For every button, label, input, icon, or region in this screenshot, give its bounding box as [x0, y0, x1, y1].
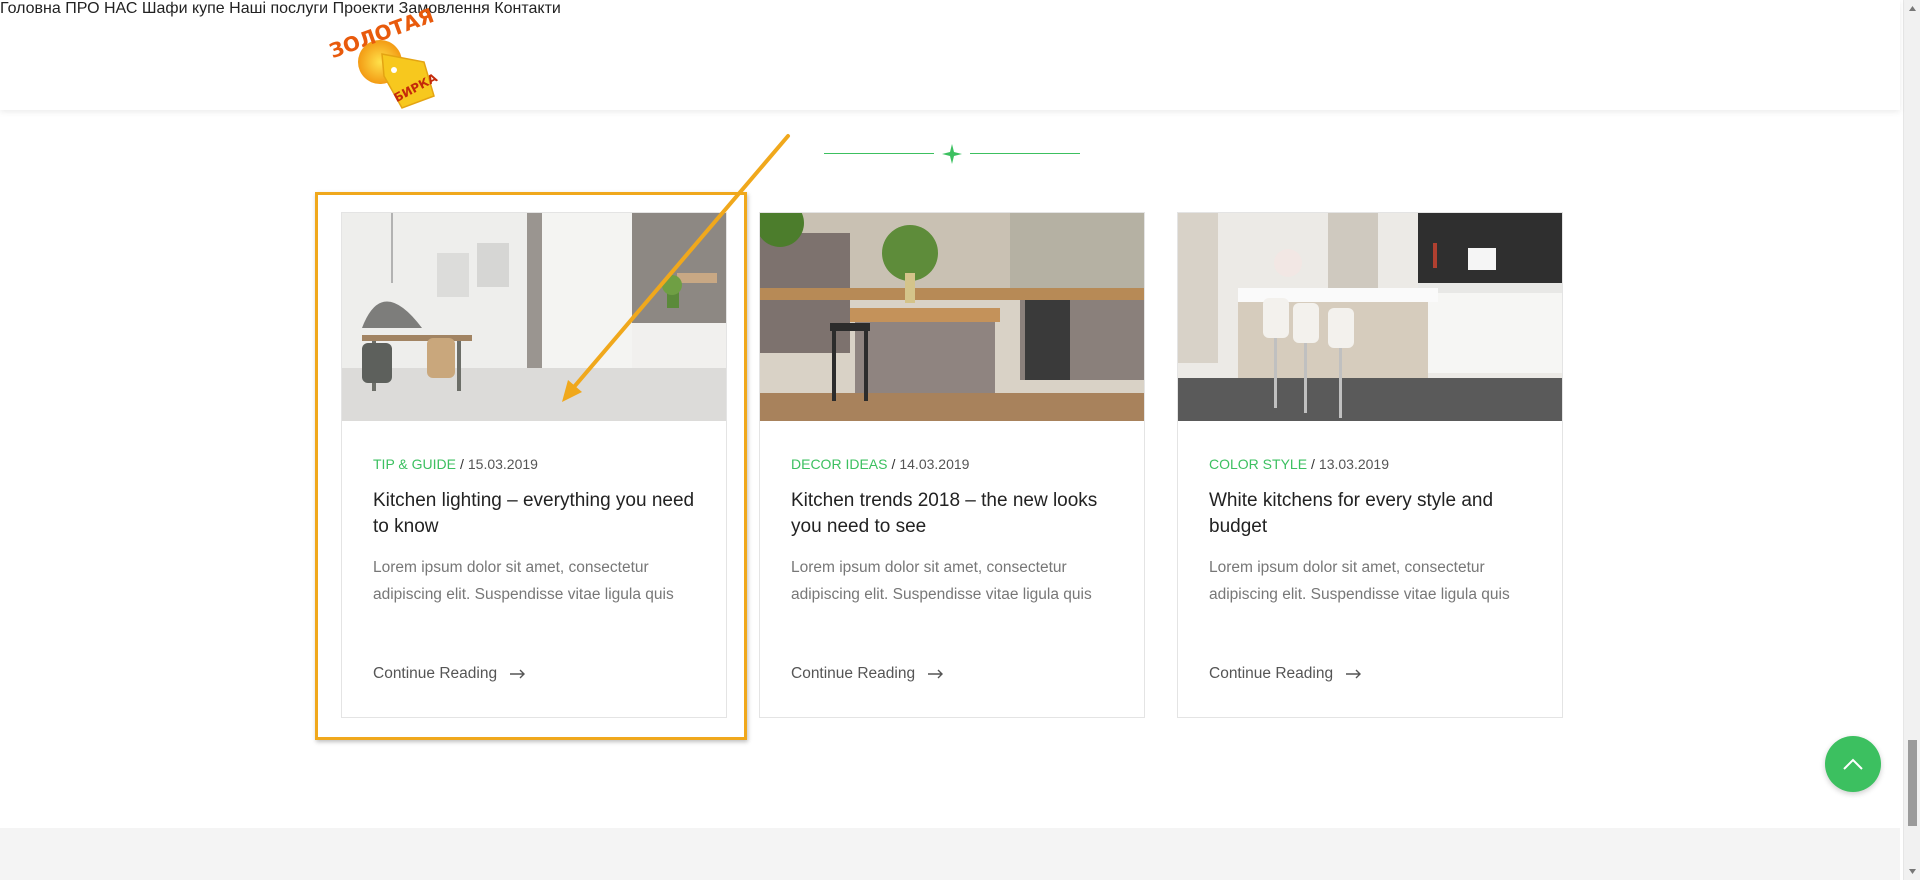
post-date: 14.03.2019: [899, 456, 970, 472]
meta-separator: /: [1311, 456, 1315, 472]
post-category[interactable]: TIP & GUIDE: [373, 456, 456, 472]
site-header: ЗОЛОТАЯ БИРКА Головна ПРО НАС Шафи купе …: [0, 0, 1900, 110]
continue-reading-link[interactable]: Continue Reading: [791, 665, 945, 683]
continue-reading-link[interactable]: Continue Reading: [373, 665, 527, 683]
arrow-right-icon: [928, 669, 944, 679]
divider-line-left: [824, 153, 934, 154]
nav-item-about[interactable]: ПРО НАС: [65, 0, 137, 17]
post-excerpt: Lorem ipsum dolor sit amet, consectetur …: [791, 559, 1092, 603]
scroll-up-arrow-icon[interactable]: [1908, 4, 1917, 13]
arrow-right-icon: [1346, 669, 1362, 679]
post-title[interactable]: Kitchen trends 2018 – the new looks you …: [791, 488, 1121, 540]
nav-item-services[interactable]: Наші послуги: [229, 0, 328, 17]
nav-item-wardrobes[interactable]: Шафи купе: [142, 0, 225, 17]
nav-item-home[interactable]: Головна: [0, 0, 61, 17]
continue-reading-label: Continue Reading: [1209, 665, 1334, 682]
section-divider: [824, 142, 1080, 166]
chevron-up-icon: [1843, 758, 1863, 770]
meta-separator: /: [891, 456, 896, 472]
post-thumbnail[interactable]: [1178, 213, 1562, 421]
post-thumbnail[interactable]: [342, 213, 726, 421]
main-nav: Головна ПРО НАС Шафи купе Наші послуги П…: [0, 0, 1900, 18]
logo-image: ЗОЛОТАЯ БИРКА: [326, 3, 440, 109]
nav-item-contacts[interactable]: Контакти: [494, 0, 561, 17]
post-card: COLOR STYLE/13.03.2019 White kitchens fo…: [1177, 212, 1563, 718]
scroll-down-arrow-icon[interactable]: [1908, 867, 1917, 876]
back-to-top-button[interactable]: [1825, 736, 1881, 792]
post-meta: DECOR IDEAS/14.03.2019: [791, 456, 969, 472]
post-meta: COLOR STYLE/13.03.2019: [1209, 456, 1389, 472]
post-date: 13.03.2019: [1318, 456, 1389, 472]
post-thumbnail[interactable]: [760, 213, 1144, 421]
post-title[interactable]: Kitchen lighting – everything you need t…: [373, 488, 703, 540]
post-card: TIP & GUIDE/15.03.2019 Kitchen lighting …: [341, 212, 727, 718]
divider-line-right: [970, 153, 1080, 154]
page-scrollbar[interactable]: [1903, 0, 1920, 880]
continue-reading-label: Continue Reading: [373, 665, 498, 682]
arrow-right-icon: [510, 669, 526, 679]
post-card: DECOR IDEAS/14.03.2019 Kitchen trends 20…: [759, 212, 1145, 718]
post-category[interactable]: COLOR STYLE: [1209, 456, 1307, 472]
footer-section: [0, 828, 1900, 880]
continue-reading-label: Continue Reading: [791, 665, 916, 682]
post-excerpt: Lorem ipsum dolor sit amet, consectetur …: [373, 559, 674, 603]
post-meta: TIP & GUIDE/15.03.2019: [373, 456, 538, 472]
continue-reading-link[interactable]: Continue Reading: [1209, 665, 1363, 683]
post-title[interactable]: White kitchens for every style and budge…: [1209, 488, 1539, 540]
scrollbar-thumb[interactable]: [1908, 740, 1917, 826]
sparkle-icon: [942, 144, 962, 164]
post-date: 15.03.2019: [467, 456, 538, 472]
post-excerpt: Lorem ipsum dolor sit amet, consectetur …: [1209, 559, 1510, 603]
post-category[interactable]: DECOR IDEAS: [791, 456, 887, 472]
site-logo[interactable]: ЗОЛОТАЯ БИРКА: [322, 3, 450, 112]
meta-separator: /: [459, 456, 464, 472]
